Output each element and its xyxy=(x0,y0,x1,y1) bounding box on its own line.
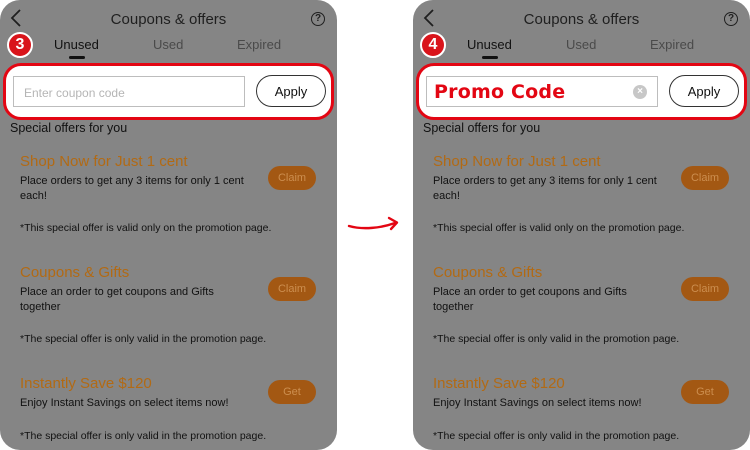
offer-note: *This special offer is valid only on the… xyxy=(433,222,685,234)
claim-button[interactable]: Claim xyxy=(268,277,316,301)
section-title: Special offers for you xyxy=(10,121,128,135)
curved-arrow-right-icon xyxy=(347,214,403,234)
active-tab-indicator xyxy=(482,56,498,59)
tab-used[interactable]: Used xyxy=(566,37,596,52)
help-icon[interactable]: ? xyxy=(724,12,738,26)
get-button[interactable]: Get xyxy=(681,380,729,404)
coupon-tabs: Unused Used Expired xyxy=(413,37,750,59)
offer-note: *The special offer is only valid in the … xyxy=(433,430,680,442)
apply-button[interactable]: Apply xyxy=(256,75,326,107)
offer-description: Place an order to get coupons and Gifts … xyxy=(20,286,214,313)
tab-unused[interactable]: Unused xyxy=(54,37,99,52)
coupon-tabs: Unused Used Expired xyxy=(0,37,337,59)
phone-screen-step-4: Coupons & offers ? Unused Used Expired 4… xyxy=(413,0,750,450)
active-tab-indicator xyxy=(69,56,85,59)
tab-unused[interactable]: Unused xyxy=(467,37,512,52)
section-title: Special offers for you xyxy=(423,121,541,135)
claim-button[interactable]: Claim xyxy=(268,166,316,190)
offer-description: Enjoy Instant Savings on select items no… xyxy=(20,397,229,409)
coupon-entry-highlight: Promo Code × Apply xyxy=(416,63,747,120)
clear-circle-icon[interactable]: × xyxy=(633,85,647,99)
offer-card: Shop Now for Just 1 cent Place orders to… xyxy=(433,153,743,234)
apply-button[interactable]: Apply xyxy=(669,75,739,107)
get-button[interactable]: Get xyxy=(268,380,316,404)
coupon-code-input[interactable]: Enter coupon code xyxy=(13,76,245,107)
offer-description: Place orders to get any 3 items for only… xyxy=(433,175,657,202)
claim-button[interactable]: Claim xyxy=(681,277,729,301)
tab-expired[interactable]: Expired xyxy=(650,37,694,52)
step-badge: 3 xyxy=(7,32,33,58)
offer-card: Shop Now for Just 1 cent Place orders to… xyxy=(20,153,330,234)
offer-description: Place an order to get coupons and Gifts … xyxy=(433,286,627,313)
tab-used[interactable]: Used xyxy=(153,37,183,52)
offer-note: *The special offer is only valid in the … xyxy=(433,333,680,345)
offer-card: Instantly Save $120 Enjoy Instant Saving… xyxy=(20,375,330,442)
coupon-code-input[interactable]: Promo Code × xyxy=(426,76,658,107)
coupon-code-value: Promo Code xyxy=(434,81,566,103)
tab-expired[interactable]: Expired xyxy=(237,37,281,52)
offer-card: Instantly Save $120 Enjoy Instant Saving… xyxy=(433,375,743,442)
offer-description: Place orders to get any 3 items for only… xyxy=(20,175,244,202)
offer-description: Enjoy Instant Savings on select items no… xyxy=(433,397,642,409)
offer-card: Coupons & Gifts Place an order to get co… xyxy=(20,264,330,345)
claim-button[interactable]: Claim xyxy=(681,166,729,190)
offer-note: *This special offer is valid only on the… xyxy=(20,222,272,234)
step-badge: 4 xyxy=(420,32,446,58)
coupon-entry-highlight: Enter coupon code Apply xyxy=(3,63,334,120)
offer-card: Coupons & Gifts Place an order to get co… xyxy=(433,264,743,345)
offer-note: *The special offer is only valid in the … xyxy=(20,333,267,345)
phone-screen-step-3: Coupons & offers ? Unused Used Expired 3… xyxy=(0,0,337,450)
page-title: Coupons & offers xyxy=(110,11,227,28)
offer-note: *The special offer is only valid in the … xyxy=(20,430,267,442)
help-icon[interactable]: ? xyxy=(311,12,325,26)
page-title: Coupons & offers xyxy=(523,11,640,28)
